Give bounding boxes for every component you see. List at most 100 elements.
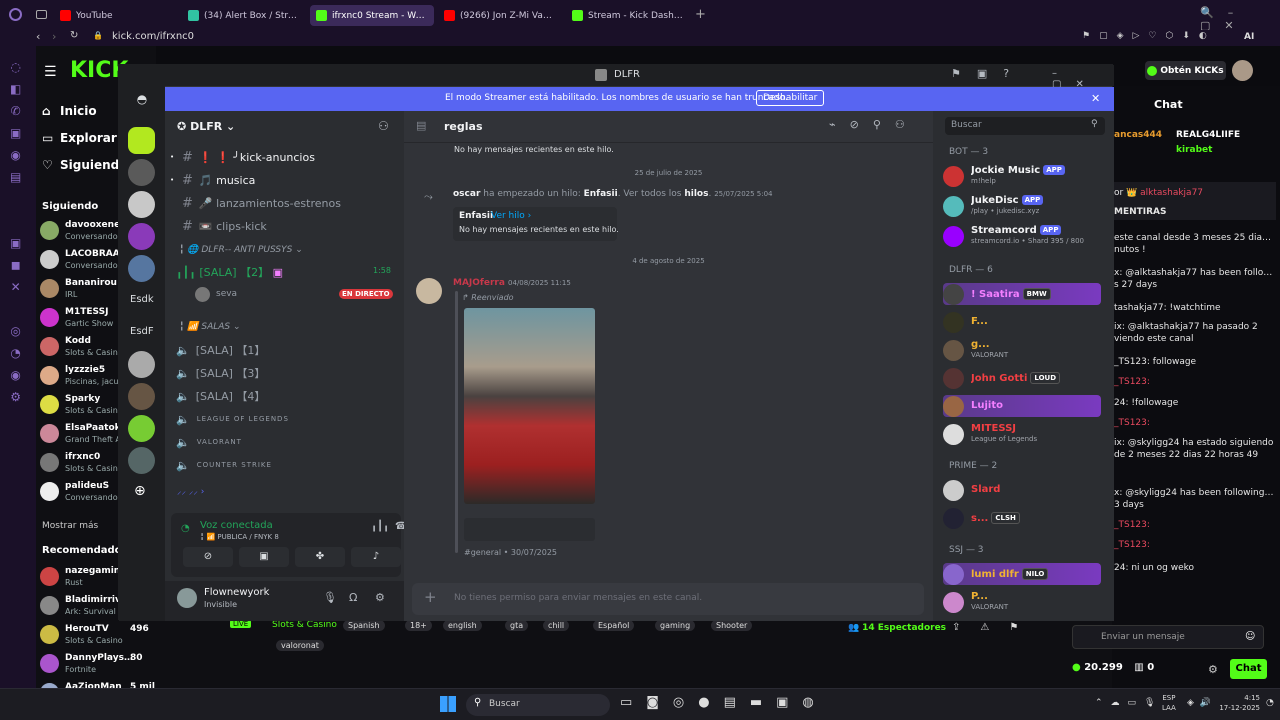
pinned-user[interactable]: ancas444: [1114, 130, 1174, 140]
back-icon[interactable]: ‹: [36, 30, 40, 43]
server-icon[interactable]: [128, 191, 155, 218]
member-item[interactable]: John Gotti LOUD: [943, 367, 1113, 389]
points-display[interactable]: ● 20.299 ▥ 0: [1072, 662, 1154, 673]
browser-tab[interactable]: ifrxnc0 Stream - Watch: [310, 5, 434, 26]
voice-channel[interactable]: 🔈 LEAGUE OF LEGENDS: [176, 409, 396, 429]
member-item[interactable]: Streamcord APP streamcord.io • Shard 395 /…: [943, 225, 1113, 247]
recommended-channel[interactable]: DannyPlaysRD Fortnite 80: [40, 651, 155, 677]
add-server-icon[interactable]: ⊕: [134, 483, 146, 499]
forwarded-image[interactable]: [464, 308, 595, 504]
titlebar-icons[interactable]: ⚑▣?: [951, 67, 1025, 80]
thread-card[interactable]: Enfasii Ver hilo › No hay mensajes recie…: [453, 207, 619, 241]
server-icon[interactable]: [128, 415, 155, 442]
view-thread-link[interactable]: Ver hilo ›: [491, 211, 531, 221]
voice-channel[interactable]: 🔈 VALORANT: [176, 432, 396, 452]
server-label[interactable]: Esdk: [130, 294, 154, 305]
banner-close-icon[interactable]: ✕: [1091, 92, 1100, 105]
taskbar-search[interactable]: ⚲ Buscar: [466, 694, 610, 716]
pinned-message[interactable]: or 👑 alktashakja77: [1114, 188, 1274, 198]
user-avatar[interactable]: [1232, 60, 1253, 81]
avatar[interactable]: [416, 278, 442, 304]
text-channel[interactable]: • # ❗ ❗ ╯kick-anuncios: [170, 147, 396, 167]
category-header[interactable]: ╏ 📶 SALAS ⌄: [179, 322, 241, 332]
server-icon[interactable]: [128, 223, 155, 250]
hamburger-icon[interactable]: ☰: [44, 64, 57, 80]
member-item[interactable]: g... VALORANT: [943, 339, 1113, 361]
more-icon[interactable]: ⸝⸝ ⸝⸝ ›: [177, 484, 204, 497]
stream-tag[interactable]: 18+: [405, 620, 432, 631]
language-indicator[interactable]: ESP LAA: [1162, 693, 1176, 713]
member-item[interactable]: JukeDisc APP/play • jukedisc.xyz: [943, 195, 1113, 217]
text-channel[interactable]: # 📼 clips-kick: [176, 216, 396, 236]
voice-user[interactable]: seva EN DIRECTO: [195, 287, 395, 305]
pinned-user[interactable]: kirabet: [1176, 145, 1256, 155]
tray-icons[interactable]: ⌃☁▭🎙: [1095, 698, 1163, 708]
nav-siguiendo[interactable]: ♡ Siguiendo: [42, 158, 128, 172]
text-channel[interactable]: • # 🎵 musica: [170, 170, 396, 190]
category-header[interactable]: ╏ 🌐 DLFR-- ANTI PUSSYS ⌄: [179, 245, 399, 255]
browser-tab[interactable]: Stream - Kick Dashboard: [566, 5, 690, 26]
nav-explorar[interactable]: ▭ Explorar: [42, 131, 117, 145]
member-item[interactable]: s... CLSH: [943, 507, 1113, 529]
server-label[interactable]: EsdF: [130, 326, 154, 337]
voice-channel-active[interactable]: ╻┃╻ [SALA] 【2】 ▣ 1:58: [176, 264, 396, 282]
member-item[interactable]: ! Saatira BMW: [943, 283, 1101, 305]
pinned-user[interactable]: REALG4LIIFE: [1176, 130, 1256, 140]
chat-settings-icon[interactable]: ⚙: [1208, 663, 1218, 676]
notification-icon[interactable]: ◔: [1266, 698, 1274, 708]
discord-home-icon[interactable]: ◓: [131, 92, 153, 108]
voice-channel[interactable]: 🔈 [SALA] 【3】: [176, 363, 396, 383]
mic-icon[interactable]: 🎙: [323, 591, 337, 604]
clock[interactable]: 4:15 17-12-2025: [1218, 693, 1260, 713]
stream-tag[interactable]: Shooter: [711, 620, 753, 631]
forward-icon[interactable]: ›: [52, 30, 56, 43]
server-icon[interactable]: [128, 383, 155, 410]
browser-tab[interactable]: (34) Alert Box / Streamlabs: [182, 5, 306, 26]
server-icon[interactable]: [128, 159, 155, 186]
voice-channel[interactable]: 🔈 [SALA] 【1】: [176, 340, 396, 360]
show-more-link[interactable]: Mostrar más: [42, 521, 98, 531]
member-item[interactable]: MITESSJ League of Legends: [943, 423, 1113, 445]
forward-footer[interactable]: #general • 30/07/2025: [464, 548, 557, 557]
member-item[interactable]: Jockie Music APP m!help: [943, 165, 1113, 187]
invite-icon[interactable]: ⚇: [378, 119, 389, 133]
activities-icon[interactable]: ✤: [295, 547, 345, 567]
chat-input[interactable]: Enviar un mensaje ☺: [1072, 625, 1264, 649]
member-item[interactable]: F...: [943, 311, 1113, 333]
stream-action-icons[interactable]: ⇪⚠⚑: [952, 622, 1038, 633]
browser-toolbar-icons[interactable]: ⚑▢◈▷♡⬡⬇◐: [1082, 31, 1216, 41]
tab-list-icon[interactable]: [36, 10, 47, 19]
search-input[interactable]: Buscar ⚲: [945, 117, 1105, 135]
stream-category[interactable]: Slots & Casino: [272, 620, 337, 630]
disable-button[interactable]: Deshabilitar: [756, 90, 825, 106]
reload-icon[interactable]: ↻: [70, 30, 78, 41]
server-icon[interactable]: [128, 351, 155, 378]
message-author[interactable]: MAJOferra 04/08/2025 11:15: [453, 278, 571, 288]
header-icons[interactable]: ⌁⊘⚲⚇: [829, 118, 919, 131]
url-field[interactable]: kick.com/ifrxnc0: [112, 31, 194, 42]
ai-button[interactable]: AI: [1244, 32, 1254, 42]
avatar[interactable]: [177, 588, 197, 608]
stream-tag[interactable]: english: [443, 620, 482, 631]
server-icon[interactable]: [128, 255, 155, 282]
recommended-channel[interactable]: HerouTV Slots & Casino 496: [40, 622, 155, 648]
emoji-icon[interactable]: ☺: [1245, 631, 1255, 642]
chat-send-button[interactable]: Chat: [1230, 659, 1267, 679]
stream-tag[interactable]: Spanish: [343, 620, 385, 631]
screen-share-icon[interactable]: ▣: [239, 547, 289, 567]
noise-icon[interactable]: ╻┃╻: [371, 521, 389, 532]
headphones-icon[interactable]: Ω: [349, 591, 357, 604]
voice-channel[interactable]: 🔈 COUNTER STRIKE: [176, 455, 396, 475]
server-icon[interactable]: [128, 127, 155, 154]
obtain-kicks-button[interactable]: Obtén KICKs: [1145, 61, 1226, 80]
browser-sidebar-icons[interactable]: ◌ ◧ ✆ ▣ ◉ ▤ ▣ ◼ ✕ ◎ ◔ ◉ ⚙: [10, 56, 21, 408]
soundboard-icon[interactable]: ♪: [351, 547, 401, 567]
browser-menu-icon[interactable]: [9, 8, 22, 21]
nav-inicio[interactable]: ⌂ Inicio: [42, 104, 97, 118]
member-item[interactable]: lumi dlfr NILO: [943, 563, 1101, 585]
windows-start-icon[interactable]: [440, 696, 456, 712]
settings-icon[interactable]: ⚙: [375, 591, 385, 604]
stream-tag[interactable]: gaming: [655, 620, 696, 631]
new-tab-button[interactable]: +: [695, 7, 706, 22]
browser-tab[interactable]: (9266) Jon Z-Mi Vaso Bla: [438, 5, 562, 26]
